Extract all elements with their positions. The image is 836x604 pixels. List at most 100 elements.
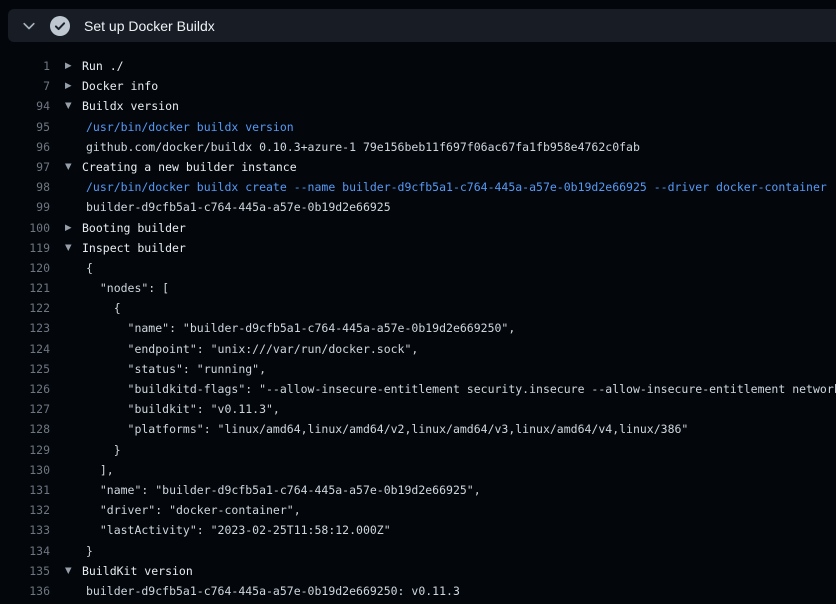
log-output-text: "name": "builder-d9cfb5a1-c764-445a-a57e…	[82, 318, 836, 338]
step-title: Set up Docker Buildx	[84, 18, 215, 34]
log-line: 130 ],	[0, 460, 836, 480]
toggle-spacer	[50, 339, 82, 359]
log-line: 134}	[0, 541, 836, 561]
log-line: 135▼BuildKit version	[0, 561, 836, 581]
log-group-title[interactable]: Booting builder	[82, 218, 836, 238]
line-number[interactable]: 122	[0, 298, 50, 318]
line-number[interactable]: 7	[0, 76, 50, 96]
log-line: 1▶Run ./	[0, 56, 836, 76]
line-number[interactable]: 119	[0, 238, 50, 258]
line-number[interactable]: 94	[0, 96, 50, 116]
log-group-title[interactable]: BuildKit version	[82, 561, 836, 581]
log-viewer: 1▶Run ./7▶Docker info94▼Buildx version95…	[0, 42, 836, 601]
log-line: 96 github.com/docker/buildx 0.10.3+azure-…	[0, 137, 836, 157]
log-line: 133 "lastActivity": "2023-02-25T11:58:12…	[0, 520, 836, 540]
line-number[interactable]: 128	[0, 419, 50, 439]
group-collapsed-icon[interactable]: ▶	[50, 218, 82, 238]
log-line: 126 "buildkitd-flags": "--allow-insecure…	[0, 379, 836, 399]
log-group-title[interactable]: Creating a new builder instance	[82, 157, 836, 177]
group-expanded-icon[interactable]: ▼	[50, 238, 82, 258]
line-number[interactable]: 132	[0, 500, 50, 520]
log-output-text: {	[82, 258, 836, 278]
log-line: 136builder-d9cfb5a1-c764-445a-a57e-0b19d…	[0, 581, 836, 601]
log-command-text: /usr/bin/docker buildx version	[82, 117, 836, 137]
toggle-spacer	[50, 298, 82, 318]
line-number[interactable]: 95	[0, 117, 50, 137]
line-number[interactable]: 129	[0, 440, 50, 460]
line-number[interactable]: 133	[0, 520, 50, 540]
log-output-text: }	[82, 541, 836, 561]
log-output-text: {	[82, 298, 836, 318]
toggle-spacer	[50, 440, 82, 460]
log-line: 120 {	[0, 258, 836, 278]
toggle-spacer	[50, 460, 82, 480]
log-output-text: }	[82, 440, 836, 460]
line-number[interactable]: 99	[0, 197, 50, 217]
log-line: 119▼Inspect builder	[0, 238, 836, 258]
line-number[interactable]: 136	[0, 581, 50, 601]
group-collapsed-icon[interactable]: ▶	[50, 56, 82, 76]
log-group-title[interactable]: Buildx version	[82, 96, 836, 116]
group-expanded-icon[interactable]: ▼	[50, 157, 82, 177]
log-line: 127 "buildkit": "v0.11.3",	[0, 399, 836, 419]
log-line: 122 {	[0, 298, 836, 318]
log-line: 97▼Creating a new builder instance	[0, 157, 836, 177]
line-number[interactable]: 123	[0, 318, 50, 338]
log-output-text: github.com/docker/buildx 0.10.3+azure-1 …	[82, 137, 836, 157]
log-line: 123 "name": "builder-d9cfb5a1-c764-445a-…	[0, 318, 836, 338]
line-number[interactable]: 124	[0, 339, 50, 359]
line-number[interactable]: 130	[0, 460, 50, 480]
log-line: 128 "platforms": "linux/amd64,linux/amd6…	[0, 419, 836, 439]
group-collapsed-icon[interactable]: ▶	[50, 76, 82, 96]
line-number[interactable]: 98	[0, 177, 50, 197]
toggle-spacer	[50, 480, 82, 500]
line-number[interactable]: 135	[0, 561, 50, 581]
step-header[interactable]: Set up Docker Buildx	[8, 9, 836, 42]
log-line: 7▶Docker info	[0, 76, 836, 96]
toggle-spacer	[50, 359, 82, 379]
line-number[interactable]: 126	[0, 379, 50, 399]
chevron-down-icon[interactable]	[21, 18, 37, 34]
toggle-spacer	[50, 500, 82, 520]
log-line: 95/usr/bin/docker buildx version	[0, 117, 836, 137]
log-output-text: "endpoint": "unix:///var/run/docker.sock…	[82, 339, 836, 359]
toggle-spacer	[50, 197, 82, 217]
log-group-title[interactable]: Run ./	[82, 56, 836, 76]
toggle-spacer	[50, 278, 82, 298]
line-number[interactable]: 131	[0, 480, 50, 500]
line-number[interactable]: 121	[0, 278, 50, 298]
log-output-text: builder-d9cfb5a1-c764-445a-a57e-0b19d2e6…	[82, 197, 836, 217]
toggle-spacer	[50, 258, 82, 278]
group-expanded-icon[interactable]: ▼	[50, 96, 82, 116]
log-output-text: "nodes": [	[82, 278, 836, 298]
log-output-text: "driver": "docker-container",	[82, 500, 836, 520]
line-number[interactable]: 1	[0, 56, 50, 76]
toggle-spacer	[50, 379, 82, 399]
line-number[interactable]: 96	[0, 137, 50, 157]
log-group-title[interactable]: Docker info	[82, 76, 836, 96]
line-number[interactable]: 100	[0, 218, 50, 238]
line-number[interactable]: 125	[0, 359, 50, 379]
line-number[interactable]: 134	[0, 541, 50, 561]
log-line: 131 "name": "builder-d9cfb5a1-c764-445a-…	[0, 480, 836, 500]
log-line: 100▶Booting builder	[0, 218, 836, 238]
log-output-text: "platforms": "linux/amd64,linux/amd64/v2…	[82, 419, 836, 439]
toggle-spacer	[50, 399, 82, 419]
line-number[interactable]: 97	[0, 157, 50, 177]
log-command-text: /usr/bin/docker buildx create --name bui…	[82, 177, 836, 197]
log-line: 121 "nodes": [	[0, 278, 836, 298]
log-output-text: "lastActivity": "2023-02-25T11:58:12.000…	[82, 520, 836, 540]
group-expanded-icon[interactable]: ▼	[50, 561, 82, 581]
log-line: 94▼Buildx version	[0, 96, 836, 116]
log-group-title[interactable]: Inspect builder	[82, 238, 836, 258]
log-output-text: "status": "running",	[82, 359, 836, 379]
line-number[interactable]: 127	[0, 399, 50, 419]
toggle-spacer	[50, 581, 82, 601]
log-output-text: ],	[82, 460, 836, 480]
toggle-spacer	[50, 541, 82, 561]
log-output-text: "buildkit": "v0.11.3",	[82, 399, 836, 419]
toggle-spacer	[50, 318, 82, 338]
log-line: 132 "driver": "docker-container",	[0, 500, 836, 520]
log-line: 99 builder-d9cfb5a1-c764-445a-a57e-0b19d2…	[0, 197, 836, 217]
line-number[interactable]: 120	[0, 258, 50, 278]
